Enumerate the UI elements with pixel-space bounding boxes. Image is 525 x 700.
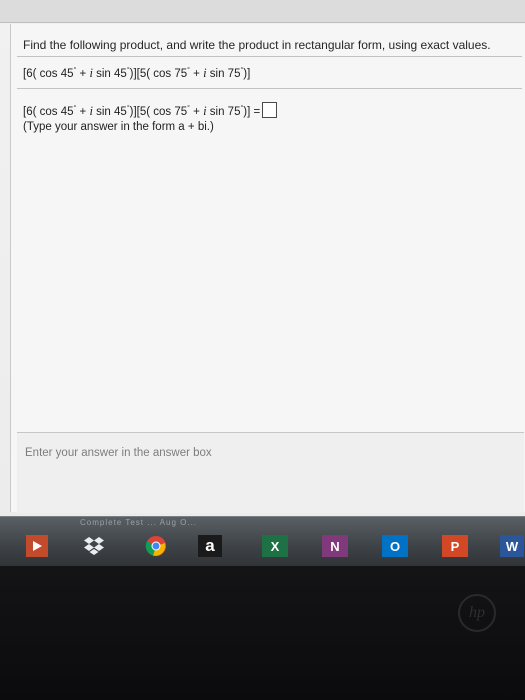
taskbar: Complete Test ... Aug O... a X N O P W	[0, 516, 525, 567]
screen: Find the following product, and write th…	[0, 0, 525, 530]
question-prompt: Find the following product, and write th…	[23, 38, 491, 52]
status-message: Enter your answer in the answer box	[25, 447, 212, 459]
divider	[17, 88, 522, 89]
amazon-icon[interactable]: a	[198, 535, 222, 557]
laptop-bezel: hp	[0, 566, 525, 700]
problem-expression: [6( cos 45° + i sin 45°)][5( cos 75° + i…	[23, 66, 251, 80]
answer-input-box[interactable]	[262, 102, 278, 118]
outlook-icon[interactable]: O	[382, 535, 408, 557]
media-icon[interactable]	[26, 535, 48, 557]
excel-icon[interactable]: X	[262, 535, 288, 557]
word-icon[interactable]: W	[500, 535, 524, 557]
browser-top-strip	[0, 0, 525, 23]
onenote-icon[interactable]: N	[322, 535, 348, 557]
taskbar-faded-text: Complete Test ... Aug O...	[80, 518, 198, 527]
status-area: Enter your answer in the answer box	[17, 432, 524, 513]
answer-format-hint: (Type your answer in the form a + bi.)	[23, 121, 214, 133]
powerpoint-icon[interactable]: P	[442, 535, 468, 557]
question-panel: Find the following product, and write th…	[10, 24, 525, 513]
hp-logo-icon: hp	[458, 594, 496, 632]
chrome-icon[interactable]	[144, 535, 168, 557]
dropbox-icon[interactable]	[82, 535, 106, 557]
answer-expression: [6( cos 45° + i sin 45°)][5( cos 75° + i…	[23, 102, 278, 119]
divider	[17, 56, 522, 57]
